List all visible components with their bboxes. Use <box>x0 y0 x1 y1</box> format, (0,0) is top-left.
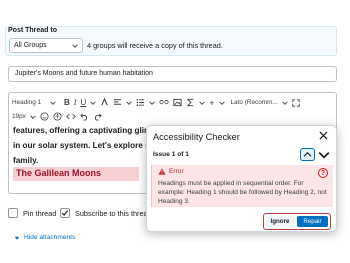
align-left-icon[interactable] <box>113 97 122 109</box>
dialog-actions: Ignore Repair <box>263 213 331 230</box>
flagged-heading[interactable]: The Galilean Moons <box>13 167 139 181</box>
chevron-down-icon <box>50 97 56 109</box>
chevron-down-icon <box>282 97 288 109</box>
chevron-up-icon <box>303 151 312 157</box>
hide-attachments-label: Hide attachments <box>24 234 76 241</box>
error-panel: Error ? Headings must be applied in sequ… <box>151 165 333 207</box>
insert-plus-icon[interactable]: + <box>209 97 214 109</box>
repair-button[interactable]: Repair <box>297 216 328 227</box>
emoji-icon[interactable] <box>40 111 49 123</box>
subscribe-label: Subscribe to this thread <box>75 208 152 218</box>
fullscreen-icon[interactable] <box>292 97 300 109</box>
chevron-down-icon <box>14 236 20 240</box>
chevron-down-icon <box>126 97 132 109</box>
bullet-list-icon[interactable] <box>136 97 145 109</box>
groups-note: 4 groups will receive a copy of this thr… <box>87 41 223 50</box>
error-description: Headings must be applied in sequential o… <box>158 180 327 205</box>
underline-icon[interactable]: U <box>80 97 86 109</box>
undo-icon[interactable] <box>80 111 89 123</box>
subscribe-option[interactable]: Subscribe to this thread <box>60 208 152 218</box>
image-icon[interactable] <box>173 97 182 109</box>
pin-thread-checkbox[interactable] <box>8 208 18 218</box>
editor-toolbar-row-1: Heading 1 B I U + Lato (Recomm... <box>9 95 336 110</box>
ignore-button[interactable]: Ignore <box>266 216 294 227</box>
accessibility-icon[interactable] <box>53 111 62 123</box>
subject-input[interactable]: Jupiter's Moons and future human habitat… <box>8 66 337 82</box>
font-family-select[interactable]: Lato (Recomm... <box>231 97 278 109</box>
heading-select[interactable]: Heading 1 <box>12 97 46 109</box>
redo-icon[interactable] <box>93 111 102 123</box>
editor-toolbar-row-2: 19px <box>9 109 336 124</box>
issue-counter: Issue 1 of 1 <box>153 151 189 158</box>
font-size-value: 19px <box>12 113 26 120</box>
error-heading: Error <box>158 168 184 175</box>
error-label: Error <box>169 168 184 175</box>
help-icon[interactable]: ? <box>318 168 328 178</box>
chevron-down-icon <box>90 97 96 109</box>
heading-select-value: Heading 1 <box>12 99 42 106</box>
dialog-title: Accessibility Checker <box>153 132 240 142</box>
next-issue-button[interactable] <box>318 150 330 160</box>
groups-select-value: All Groups <box>14 42 47 49</box>
equation-icon[interactable] <box>186 97 195 109</box>
bold-icon[interactable]: B <box>64 97 70 109</box>
hide-attachments-link[interactable]: Hide attachments <box>14 234 75 241</box>
warning-icon <box>158 168 166 175</box>
checkmark-icon <box>61 210 69 216</box>
previous-issue-button[interactable] <box>300 148 315 161</box>
subscribe-checkbox[interactable] <box>60 208 70 218</box>
chevron-down-icon <box>72 44 78 48</box>
font-size-select[interactable]: 19px <box>12 111 26 123</box>
pin-thread-option[interactable]: Pin thread <box>8 208 56 218</box>
close-icon[interactable] <box>319 131 328 140</box>
font-family-value: Lato (Recomm... <box>230 99 278 106</box>
chevron-down-icon <box>30 111 36 123</box>
text-color-icon[interactable] <box>100 97 109 109</box>
post-thread-label: Post Thread to <box>8 27 58 34</box>
link-icon[interactable] <box>159 97 169 109</box>
chevron-down-icon <box>218 97 225 109</box>
italic-icon[interactable]: I <box>74 97 77 109</box>
accessibility-checker-dialog: Accessibility Checker Issue 1 of 1 Error… <box>146 125 337 232</box>
chevron-down-icon <box>199 97 205 109</box>
groups-select[interactable]: All Groups <box>9 38 83 53</box>
pin-thread-label: Pin thread <box>23 208 57 218</box>
source-code-icon[interactable] <box>66 111 76 123</box>
chevron-down-icon <box>149 97 155 109</box>
